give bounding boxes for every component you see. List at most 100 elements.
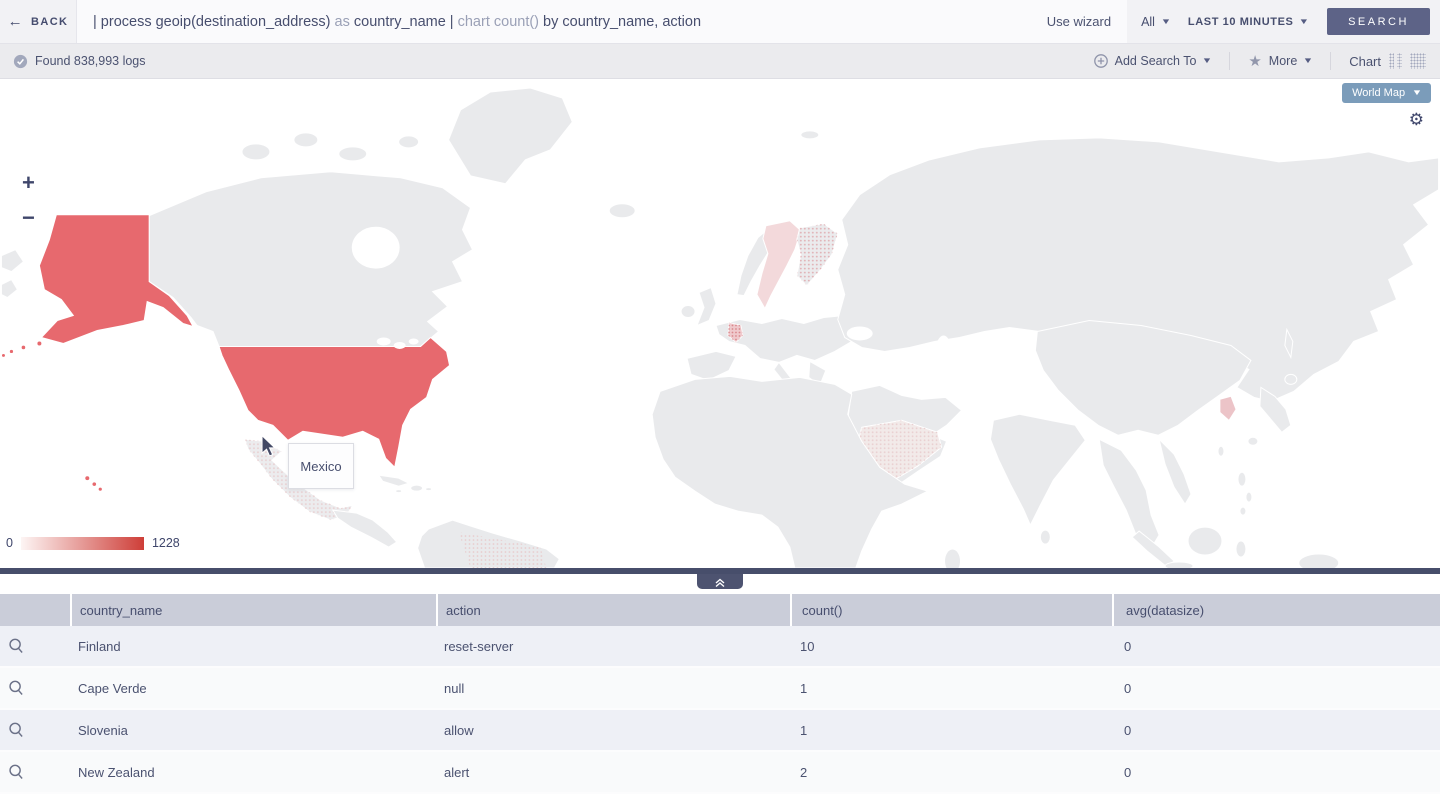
choropleth-world-map[interactable]	[0, 80, 1440, 568]
back-button[interactable]: ← BACK	[0, 0, 76, 43]
cell-action: alert	[436, 765, 790, 780]
query-segment-keyword: as	[331, 14, 354, 30]
region-caribbean	[379, 475, 432, 492]
top-bar: ← BACK | process geoip(destination_addre…	[0, 0, 1440, 44]
chart-label: Chart	[1349, 54, 1381, 69]
use-wizard-link[interactable]: Use wizard	[1047, 14, 1111, 29]
search-icon[interactable]	[7, 763, 25, 781]
back-arrow-icon: ←	[8, 14, 24, 29]
region-south-korea	[1220, 396, 1236, 420]
region-sweden	[757, 221, 801, 309]
region-indonesia	[1132, 527, 1339, 568]
scope-label: All	[1141, 15, 1155, 29]
region-philippines	[1238, 472, 1252, 515]
chevron-down-icon: ▼	[1202, 57, 1213, 65]
cell-country-name: New Zealand	[70, 765, 436, 780]
table-row: Slovenia allow 1 0	[0, 710, 1440, 752]
query-segment: country_name, action	[562, 14, 701, 30]
cell-action: reset-server	[436, 639, 790, 654]
top-controls: All ▼ LAST 10 MINUTES ▼ SEARCH	[1127, 0, 1440, 43]
table-row: Cape Verde null 1 0	[0, 668, 1440, 710]
map-color-legend: 0 1228	[6, 536, 180, 550]
zoom-in-button[interactable]: +	[22, 172, 35, 194]
found-logs-text: Found 838,993 logs	[35, 54, 146, 68]
chart-view-switcher: Chart	[1331, 53, 1440, 69]
region-uk	[697, 288, 716, 326]
more-dropdown[interactable]: ★ More ▼	[1230, 51, 1330, 71]
region-central-america	[333, 510, 397, 547]
region-sri-lanka	[1040, 530, 1050, 544]
region-iceland	[609, 204, 635, 218]
table-header: country_name action count() avg(datasize…	[0, 594, 1440, 626]
search-icon[interactable]	[7, 679, 25, 697]
grid-view-icon[interactable]	[1410, 53, 1426, 69]
query-segment-keyword: chart count()	[458, 14, 539, 30]
region-vietnam	[1159, 439, 1191, 504]
cursor-icon	[260, 435, 277, 457]
query-segment: |	[446, 14, 458, 30]
header-action: action	[436, 594, 790, 626]
query-input-container: | process geoip(destination_address) as …	[76, 0, 1127, 43]
search-button[interactable]: SEARCH	[1327, 8, 1430, 35]
cell-action: allow	[436, 723, 790, 738]
scope-dropdown[interactable]: All ▼	[1141, 15, 1170, 29]
region-ireland	[681, 306, 695, 318]
region-siberia-fragments	[1, 250, 23, 298]
star-icon: ★	[1248, 54, 1261, 69]
add-search-to-dropdown[interactable]: Add Search To ▼	[1076, 51, 1230, 71]
add-circle-icon	[1094, 54, 1108, 68]
cell-avg-datasize: 0	[1112, 639, 1440, 654]
legend-gradient-bar	[21, 537, 144, 550]
chevron-down-icon: ▼	[1303, 57, 1314, 65]
found-logs-status: Found 838,993 logs	[0, 54, 1076, 69]
gear-icon[interactable]: ⚙	[1403, 110, 1430, 129]
add-search-to-label: Add Search To	[1115, 54, 1197, 68]
tooltip-country-name: Mexico	[300, 459, 341, 474]
cell-country-name: Finland	[70, 639, 436, 654]
legend-max: 1228	[152, 536, 180, 550]
region-canada	[149, 172, 472, 347]
map-view-label: World Map	[1352, 87, 1405, 99]
region-finland-texture	[797, 224, 838, 286]
caspian-sea	[936, 335, 952, 367]
cell-avg-datasize: 0	[1112, 723, 1440, 738]
cell-count: 1	[790, 723, 1112, 738]
back-label: BACK	[31, 16, 68, 28]
query-segment: country_name	[354, 14, 446, 30]
time-range-dropdown[interactable]: LAST 10 MINUTES ▼	[1188, 16, 1309, 28]
header-count: count()	[790, 594, 1112, 626]
collapse-table-button[interactable]	[697, 574, 743, 589]
check-circle-icon	[13, 54, 28, 69]
table-row: New Zealand alert 2 0	[0, 752, 1440, 794]
chevron-down-icon: ▼	[1161, 18, 1172, 26]
zoom-out-button[interactable]: −	[22, 207, 35, 229]
map-tooltip: Mexico	[288, 443, 354, 489]
chevron-down-icon: ▼	[1412, 89, 1423, 97]
header-icon-col	[0, 594, 70, 626]
cell-avg-datasize: 0	[1112, 681, 1440, 696]
cell-country-name: Cape Verde	[70, 681, 436, 696]
cell-action: null	[436, 681, 790, 696]
cell-avg-datasize: 0	[1112, 765, 1440, 780]
region-madagascar	[945, 549, 961, 568]
double-chevron-up-icon	[714, 576, 726, 588]
region-taiwan	[1218, 446, 1224, 456]
hudson-bay	[352, 227, 400, 269]
results-table: country_name action count() avg(datasize…	[0, 594, 1440, 794]
map-view-selector[interactable]: World Map ▼	[1342, 83, 1431, 103]
region-southeast-asia	[1099, 439, 1159, 550]
world-map-panel: + − World Map ▼ ⚙ 0 1228 Mexico	[0, 80, 1440, 568]
header-country-name: country_name	[70, 594, 436, 626]
query-segment: by	[539, 14, 562, 30]
table-row: Finland reset-server 10 0	[0, 626, 1440, 668]
black-sea	[847, 326, 873, 340]
legend-min: 0	[6, 536, 13, 550]
columns-view-icon[interactable]	[1389, 53, 1402, 69]
query-segment: | process geoip(destination_address)	[93, 14, 331, 30]
region-india	[990, 414, 1085, 525]
cell-count: 10	[790, 639, 1112, 654]
chevron-down-icon: ▼	[1299, 18, 1311, 26]
search-icon[interactable]	[7, 721, 25, 739]
search-icon[interactable]	[7, 637, 25, 655]
query-input[interactable]: | process geoip(destination_address) as …	[93, 14, 1033, 30]
